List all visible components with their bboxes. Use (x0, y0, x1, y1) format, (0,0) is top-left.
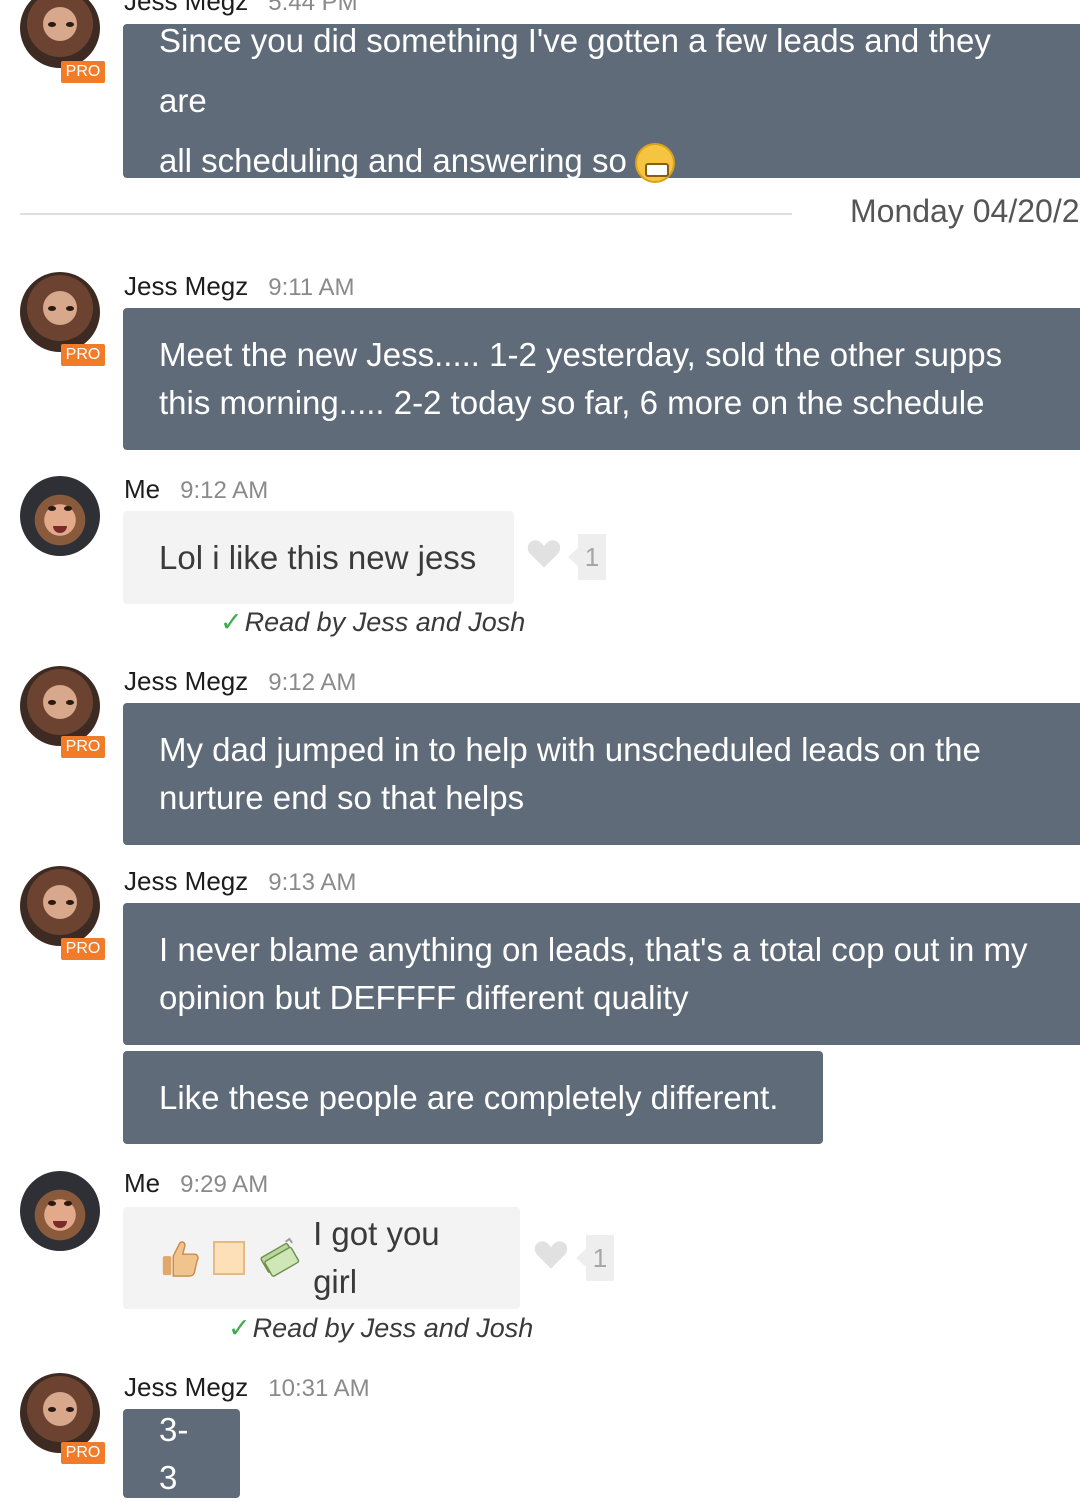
read-receipt: ✓Read by Jess and Josh (220, 607, 525, 638)
message-line: I never blame anything on leads, that's … (159, 931, 1028, 968)
day-label: Monday 04/20/2 (850, 193, 1080, 229)
pro-badge: PRO (61, 1442, 105, 1464)
sender-name: Me (124, 1168, 161, 1198)
message-header: Jess Megz 10:31 AM (124, 1372, 370, 1403)
message-time: 9:11 AM (268, 274, 355, 301)
message-text: I got you girl (313, 1215, 440, 1300)
message-text: 3-3 (159, 1410, 189, 1496)
avatar-jess-megz[interactable] (20, 866, 100, 946)
message-bubble[interactable]: I never blame anything on leads, that's … (123, 903, 1080, 1045)
money-icon (260, 1237, 300, 1277)
message-header: Jess Megz 9:11 AM (124, 271, 355, 302)
sender-name: Me (124, 474, 161, 504)
pro-badge: PRO (61, 61, 105, 83)
message-time: 10:31 AM (268, 1375, 370, 1402)
message-line: My dad jumped in to help with unschedule… (159, 731, 981, 768)
sender-name: Jess Megz (124, 271, 249, 301)
message-header: Jess Megz 9:12 AM (124, 666, 356, 697)
message-text: Lol i like this new jess (159, 538, 477, 576)
message-bubble[interactable]: Like these people are completely differe… (123, 1051, 823, 1144)
message-line: all scheduling and answering so (159, 131, 1044, 191)
day-divider (20, 213, 792, 215)
message-line: Meet the new Jess..... 1-2 yesterday, so… (159, 336, 1003, 373)
avatar-jess-megz[interactable] (20, 666, 100, 746)
read-receipt: ✓Read by Jess and Josh (228, 1313, 533, 1344)
message-bubble[interactable]: Lol i like this new jess (123, 511, 514, 604)
heart-icon[interactable] (526, 535, 562, 571)
pro-badge: PRO (61, 736, 105, 758)
check-icon: ✓ (228, 1313, 251, 1343)
read-receipt-text: Read by Jess and Josh (244, 607, 526, 637)
avatar-jess-megz[interactable] (20, 272, 100, 352)
pro-badge: PRO (61, 344, 105, 366)
message-text: Like these people are completely differe… (159, 1078, 779, 1116)
message-time: 9:29 AM (180, 1171, 269, 1198)
avatar-jess-megz[interactable] (20, 1373, 100, 1453)
sender-name: Jess Megz (124, 866, 249, 896)
message-content: I got you girl (159, 1210, 484, 1306)
check-icon: ✓ (220, 607, 243, 637)
like-count: 1 (568, 534, 606, 580)
square-icon (212, 1241, 246, 1275)
avatar-me[interactable] (20, 1171, 100, 1251)
message-bubble[interactable]: I got you girl (123, 1207, 520, 1309)
message-time: 9:13 AM (268, 869, 357, 896)
thumbs-up-icon (162, 1241, 199, 1277)
grimacing-face-icon (634, 143, 675, 184)
avatar-me[interactable] (20, 476, 100, 556)
message-line: opinion but DEFFFF different quality (159, 979, 689, 1016)
message-line: nurture end so that helps (159, 779, 525, 816)
avatar-jess-megz[interactable] (20, 0, 100, 68)
like-count: 1 (576, 1235, 614, 1281)
message-header: Jess Megz 9:13 AM (124, 866, 356, 897)
heart-icon[interactable] (533, 1236, 569, 1272)
message-bubble[interactable]: My dad jumped in to help with unschedule… (123, 703, 1080, 845)
message-line: this morning..... 2-2 today so far, 6 mo… (159, 384, 985, 421)
pro-badge: PRO (61, 938, 105, 960)
sender-name: Jess Megz (124, 1372, 249, 1402)
message-header: Me 9:12 AM (124, 474, 268, 505)
message-line: Since you did something I've gotten a fe… (159, 22, 991, 119)
message-time: 9:12 AM (180, 477, 269, 504)
message-bubble[interactable]: Meet the new Jess..... 1-2 yesterday, so… (123, 308, 1080, 450)
message-bubble[interactable]: 3-3 (123, 1409, 240, 1498)
read-receipt-text: Read by Jess and Josh (252, 1313, 534, 1343)
message-bubble[interactable]: Since you did something I've gotten a fe… (123, 22, 1080, 184)
message-line-text: all scheduling and answering so (159, 142, 627, 179)
message-time: 9:12 AM (268, 669, 357, 696)
message-header: Me 9:29 AM (124, 1168, 268, 1199)
sender-name: Jess Megz (124, 666, 249, 696)
